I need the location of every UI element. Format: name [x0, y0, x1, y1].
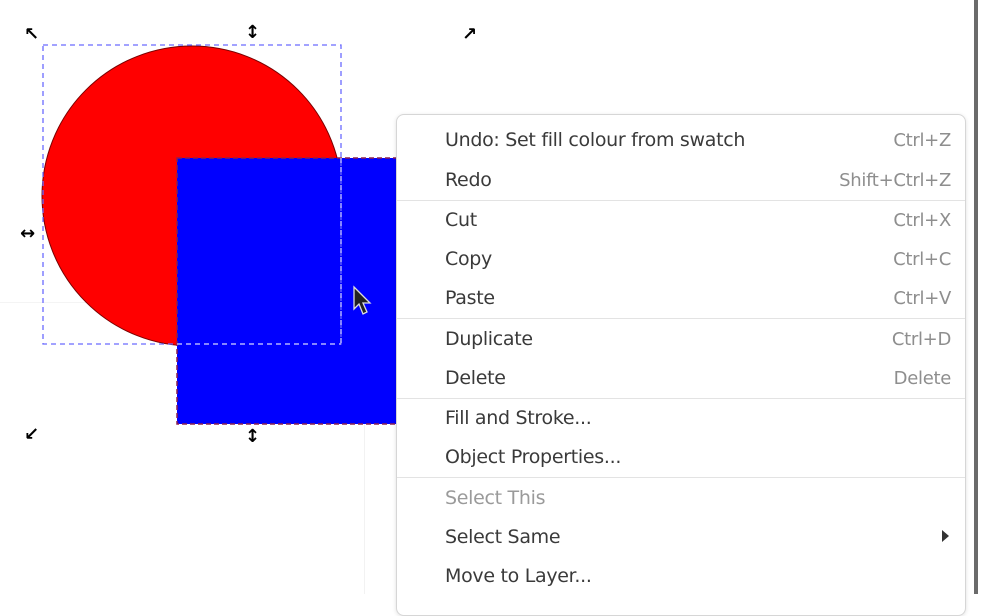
mouse-pointer-icon — [353, 285, 372, 315]
scale-handle-left-icon[interactable]: ↔ — [20, 225, 35, 243]
menu-item-label: Object Properties... — [445, 446, 622, 468]
scale-handle-bottom-left-icon[interactable]: ↙ — [24, 426, 39, 444]
menu-item-duplicate[interactable]: Duplicate Ctrl+D — [397, 320, 965, 358]
menu-item-label: Fill and Stroke... — [445, 407, 592, 429]
context-menu: Undo: Set fill colour from swatch Ctrl+Z… — [396, 114, 966, 616]
blue-square[interactable] — [177, 158, 417, 424]
menu-item-object-properties[interactable]: Object Properties... — [397, 438, 965, 476]
scale-handle-top-right-icon[interactable]: ↗ — [462, 26, 477, 44]
menu-item-label: Delete — [445, 367, 506, 389]
menu-item-paste[interactable]: Paste Ctrl+V — [397, 279, 965, 317]
menu-item-shortcut: Ctrl+Z — [893, 130, 951, 151]
menu-item-label: Select Same — [445, 526, 561, 548]
menu-item-label: Cut — [445, 209, 477, 231]
menu-item-shortcut: Shift+Ctrl+Z — [839, 170, 951, 191]
menu-item-shortcut: Ctrl+C — [893, 249, 951, 270]
menu-item-label: Undo: Set fill colour from swatch — [445, 129, 746, 151]
submenu-arrow-icon — [942, 530, 949, 542]
scale-handle-top-icon[interactable]: ↕ — [245, 24, 260, 42]
menu-item-label: Redo — [445, 169, 492, 191]
scale-handle-bottom-icon[interactable]: ↕ — [245, 428, 260, 446]
menu-item-undo[interactable]: Undo: Set fill colour from swatch Ctrl+Z — [397, 121, 965, 159]
menu-item-delete[interactable]: Delete Delete — [397, 359, 965, 397]
menu-separator — [397, 477, 965, 478]
menu-item-select-this: Select This — [397, 479, 965, 517]
menu-item-redo[interactable]: Redo Shift+Ctrl+Z — [397, 161, 965, 199]
menu-item-label: Move to Layer... — [445, 565, 592, 587]
menu-separator — [397, 318, 965, 319]
menu-item-shortcut: Ctrl+V — [893, 288, 951, 309]
menu-item-fill-and-stroke[interactable]: Fill and Stroke... — [397, 399, 965, 437]
menu-item-move-to-layer[interactable]: Move to Layer... — [397, 557, 965, 595]
menu-item-label: Select This — [445, 487, 546, 509]
menu-item-select-same[interactable]: Select Same — [397, 518, 965, 556]
menu-item-cut[interactable]: Cut Ctrl+X — [397, 201, 965, 239]
window-border — [974, 0, 978, 594]
menu-item-label: Paste — [445, 287, 495, 309]
menu-item-shortcut: Delete — [893, 368, 952, 389]
scale-handle-top-left-icon[interactable]: ↖ — [24, 26, 39, 44]
menu-item-shortcut: Ctrl+X — [893, 210, 951, 231]
menu-item-label: Duplicate — [445, 328, 533, 350]
menu-item-label: Copy — [445, 248, 492, 270]
menu-item-shortcut: Ctrl+D — [891, 329, 951, 350]
menu-item-copy[interactable]: Copy Ctrl+C — [397, 240, 965, 278]
